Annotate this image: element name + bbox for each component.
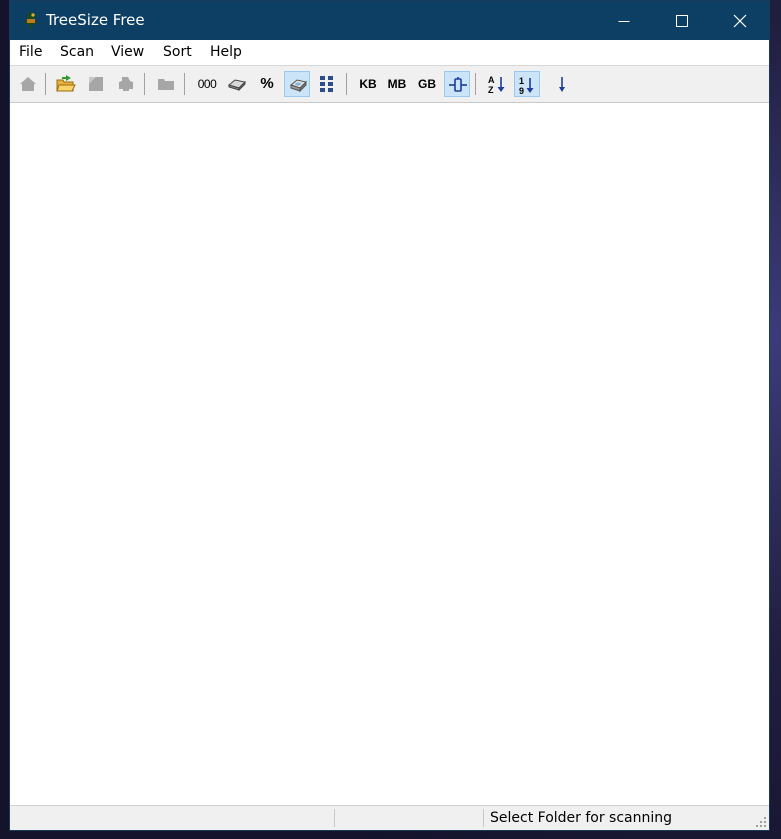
- folder-icon: [158, 79, 174, 90]
- treesize-window: TreeSize Free File Scan View Sort Help 0…: [9, 0, 770, 831]
- status-pane-1: [10, 809, 335, 827]
- toolbar-separator: [144, 73, 145, 95]
- unit-gb-button[interactable]: GB: [414, 71, 440, 97]
- window-title: TreeSize Free: [46, 11, 145, 29]
- status-bar: Select Folder for scanning: [10, 805, 769, 830]
- print-icon: [119, 77, 133, 91]
- svg-text:1: 1: [519, 76, 524, 86]
- minimize-button[interactable]: [595, 1, 653, 40]
- maximize-button[interactable]: [653, 1, 711, 40]
- print-button[interactable]: [113, 71, 139, 97]
- show-disk-size-button[interactable]: [224, 71, 250, 97]
- status-pane-2: [335, 809, 484, 827]
- sort-numeric-icon: 1 9: [519, 76, 534, 95]
- menu-sort[interactable]: Sort: [163, 44, 192, 61]
- close-button[interactable]: [711, 1, 769, 40]
- menu-file[interactable]: File: [19, 44, 42, 61]
- svg-text:Z: Z: [488, 85, 494, 94]
- menu-help[interactable]: Help: [210, 44, 242, 61]
- toolbar: 000 % KB MB GB A Z 1 9: [10, 66, 769, 103]
- close-icon: [733, 14, 747, 27]
- mb-label: MB: [387, 77, 407, 91]
- home-up-icon: [20, 77, 36, 91]
- details-grid-icon: [320, 76, 333, 92]
- treesize-app-icon: [24, 11, 38, 29]
- title-bar[interactable]: TreeSize Free: [10, 1, 769, 40]
- unit-kb-button[interactable]: KB: [355, 71, 381, 97]
- menu-bar: File Scan View Sort Help: [10, 40, 769, 66]
- resize-grip-icon[interactable]: [755, 816, 767, 828]
- sort-by-size-button[interactable]: 1 9: [514, 71, 540, 97]
- toolbar-separator: [184, 73, 185, 95]
- svg-text:A: A: [488, 75, 495, 85]
- menu-view[interactable]: View: [111, 44, 144, 61]
- unit-auto-button[interactable]: [444, 71, 470, 97]
- minimize-icon: [618, 20, 630, 22]
- status-message: Select Folder for scanning: [490, 810, 673, 826]
- show-details-button[interactable]: [314, 71, 340, 97]
- disk-drive-icon: [227, 79, 247, 92]
- folder-tree-view[interactable]: [10, 103, 769, 806]
- menu-scan[interactable]: Scan: [60, 44, 94, 61]
- explorer-button[interactable]: [153, 71, 179, 97]
- show-size-button[interactable]: [284, 71, 310, 97]
- sort-by-name-button[interactable]: A Z: [484, 71, 510, 97]
- svg-text:9: 9: [519, 86, 524, 95]
- auto-unit-icon: [449, 77, 467, 92]
- gb-label: GB: [418, 77, 436, 91]
- save-button[interactable]: [83, 71, 109, 97]
- unit-mb-button[interactable]: MB: [384, 71, 410, 97]
- show-percent-button[interactable]: %: [254, 71, 280, 97]
- arrow-down-icon: [559, 77, 565, 92]
- toolbar-separator: [346, 73, 347, 95]
- percent-label: %: [260, 75, 274, 92]
- open-folder-icon: [56, 75, 76, 92]
- sort-order-button[interactable]: [549, 71, 575, 97]
- save-icon: [89, 77, 103, 91]
- go-up-button[interactable]: [15, 71, 41, 97]
- show-file-count-button[interactable]: 000: [194, 71, 220, 97]
- hard-disk-size-icon: [289, 79, 307, 93]
- select-folder-button[interactable]: [53, 71, 79, 97]
- kb-label: KB: [359, 77, 377, 91]
- toolbar-separator: [475, 73, 476, 95]
- toolbar-separator: [45, 73, 46, 95]
- file-count-label: 000: [197, 77, 217, 91]
- sort-alpha-icon: A Z: [488, 75, 505, 94]
- maximize-icon: [676, 14, 688, 27]
